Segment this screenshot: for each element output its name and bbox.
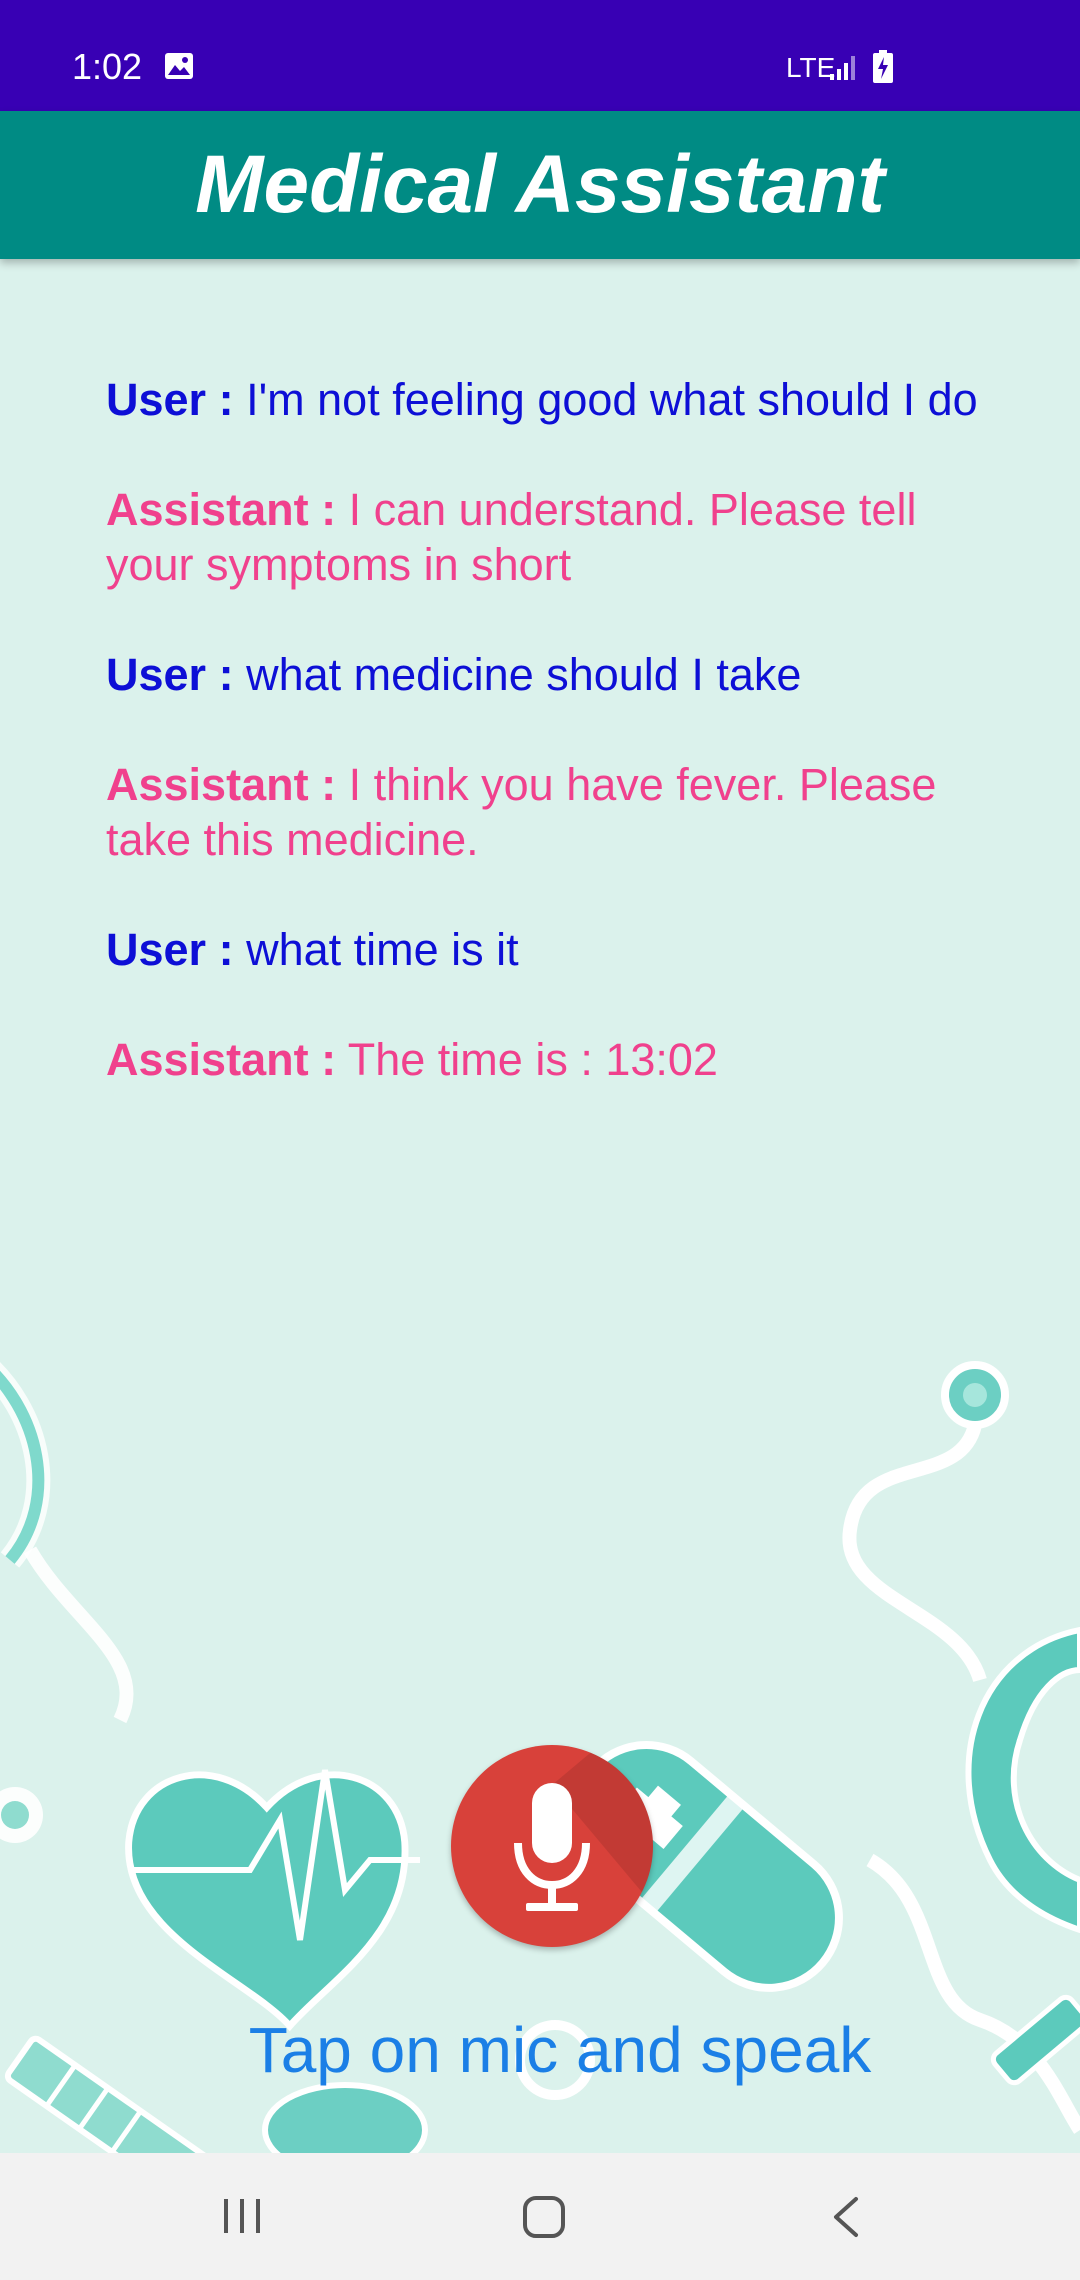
status-time: 1:02 (72, 46, 143, 87)
assistant-message: Assistant : The time is : 13:02 (106, 1032, 986, 1087)
message-text: The time is : 13:02 (347, 1034, 718, 1085)
message-text: I'm not feeling good what should I do (246, 374, 978, 425)
back-icon[interactable] (830, 2196, 862, 2238)
mic-hint-text: Tap on mic and speak (248, 2014, 872, 2086)
gallery-icon (165, 53, 193, 79)
message-text: what time is it (246, 924, 519, 975)
microphone-icon (514, 1783, 590, 1911)
message-text: what medicine should I take (246, 649, 802, 700)
signal-icon (830, 56, 855, 80)
assistant-message: Assistant : I think you have fever. Plea… (106, 757, 986, 867)
battery-charging-icon (873, 50, 893, 83)
status-bar: 1:02 LTE (0, 0, 1080, 111)
speaker-label: Assistant : (106, 484, 337, 535)
system-nav-bar (0, 2153, 1080, 2280)
speaker-label: User : (106, 374, 234, 425)
user-message: User : I'm not feeling good what should … (106, 372, 986, 427)
app-bar: Medical Assistant (0, 111, 1080, 259)
user-message: User : what time is it (106, 922, 986, 977)
speaker-label: Assistant : (106, 1034, 337, 1085)
speaker-label: Assistant : (106, 759, 337, 810)
conversation-log: User : I'm not feeling good what should … (106, 372, 986, 1142)
home-icon[interactable] (522, 2195, 566, 2239)
recents-icon[interactable] (222, 2196, 262, 2236)
speaker-label: User : (106, 649, 234, 700)
app-title: Medical Assistant (195, 139, 885, 230)
speaker-label: User : (106, 924, 234, 975)
assistant-message: Assistant : I can understand. Please tel… (106, 482, 986, 592)
user-message: User : what medicine should I take (106, 647, 986, 702)
mic-button[interactable] (451, 1745, 653, 1947)
